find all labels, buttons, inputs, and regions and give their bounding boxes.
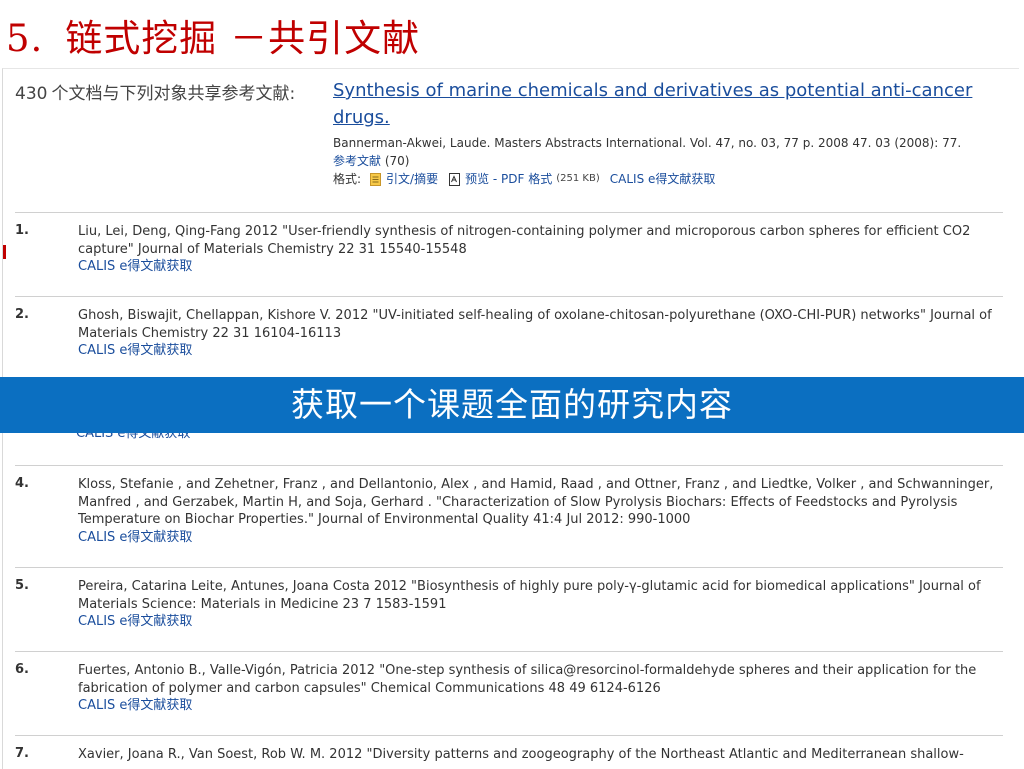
doc-icon [370, 172, 382, 186]
result-calis-link[interactable]: CALIS e得文献获取 [78, 697, 998, 715]
doc-count: 430 [15, 84, 48, 104]
shared-refs-count: 430 个文档与下列对象共享参考文献: [15, 79, 295, 104]
result-calis-link[interactable]: CALIS e得文献获取 [78, 613, 998, 631]
result-index: 2. [15, 307, 29, 322]
target-document: Synthesis of marine chemicals and deriva… [333, 77, 1003, 188]
result-row: 4. Kloss, Stefanie , and Zehetner, Franz… [15, 465, 1003, 545]
target-meta: Bannerman-Akwei, Laude. Masters Abstract… [333, 136, 962, 150]
result-row: 5. Pereira, Catarina Leite, Antunes, Joa… [15, 567, 1003, 629]
pdf-size: (251 KB) [556, 173, 600, 184]
result-body: Liu, Lei, Deng, Qing-Fang 2012 "User-fri… [78, 223, 998, 276]
result-calis-link[interactable]: CALIS e得文献获取 [78, 342, 998, 360]
result-row: 2. Ghosh, Biswajit, Chellappan, Kishore … [15, 296, 1003, 358]
refs-line: 参考文献 (70) [333, 153, 1003, 170]
pdf-preview-label: 预览 - PDF 格式 [465, 172, 553, 186]
count-label-text: 个文档与下列对象共享参考文献: [51, 84, 296, 104]
result-index: 1. [15, 223, 29, 238]
result-body: Kloss, Stefanie , and Zehetner, Franz , … [78, 476, 998, 546]
result-citation: Ghosh, Biswajit, Chellappan, Kishore V. … [78, 308, 992, 341]
refs-link[interactable]: 参考文献 [333, 154, 381, 168]
citation-abstract-link[interactable]: 引文/摘要 [369, 170, 438, 188]
result-body: Pereira, Catarina Leite, Antunes, Joana … [78, 578, 998, 631]
result-row: 7. Xavier, Joana R., Van Soest, Rob W. M… [15, 735, 1003, 762]
result-calis-link[interactable]: CALIS e得文献获取 [78, 529, 998, 547]
caption-banner: 获取一个课题全面的研究内容 [0, 377, 1024, 433]
side-marker [3, 245, 6, 259]
result-body: Xavier, Joana R., Van Soest, Rob W. M. 2… [78, 746, 998, 764]
calis-link[interactable]: CALIS e得文献获取 [610, 170, 716, 188]
slide-title-text: 链式挖掘 －共引文献 [65, 17, 421, 60]
obscured-calis-link[interactable]: CALIS e得文献获取 [76, 432, 190, 441]
result-body: Fuertes, Antonio B., Valle-Vigón, Patric… [78, 662, 998, 715]
formats-label: 格式: [333, 172, 362, 186]
result-row: 1. Liu, Lei, Deng, Qing-Fang 2012 "User-… [15, 212, 1003, 274]
result-index: 6. [15, 662, 29, 677]
result-body: Ghosh, Biswajit, Chellappan, Kishore V. … [78, 307, 998, 360]
result-citation: Fuertes, Antonio B., Valle-Vigón, Patric… [78, 663, 977, 696]
result-citation: Liu, Lei, Deng, Qing-Fang 2012 "User-fri… [78, 224, 971, 257]
refs-count: (70) [384, 154, 410, 168]
target-title-link[interactable]: Synthesis of marine chemicals and deriva… [333, 77, 1003, 131]
result-index: 7. [15, 746, 29, 761]
result-index: 5. [15, 578, 29, 593]
result-citation: Kloss, Stefanie , and Zehetner, Franz , … [78, 477, 994, 527]
slide-number: 5. [6, 17, 44, 60]
formats-row: 格式: 引文/摘要 预览 - PDF 格式 (251 KB) CALIS e得文… [333, 170, 1003, 188]
result-citation: Pereira, Catarina Leite, Antunes, Joana … [78, 579, 981, 612]
citation-abstract-label: 引文/摘要 [386, 172, 439, 186]
result-calis-link[interactable]: CALIS e得文献获取 [78, 258, 998, 276]
pdf-icon [449, 172, 461, 186]
pdf-preview-link[interactable]: 预览 - PDF 格式 [448, 170, 552, 188]
slide-title: 5. 链式挖掘 －共引文献 [6, 8, 420, 62]
result-citation: Xavier, Joana R., Van Soest, Rob W. M. 2… [78, 747, 964, 762]
result-index: 4. [15, 476, 29, 491]
result-row: 6. Fuertes, Antonio B., Valle-Vigón, Pat… [15, 651, 1003, 713]
